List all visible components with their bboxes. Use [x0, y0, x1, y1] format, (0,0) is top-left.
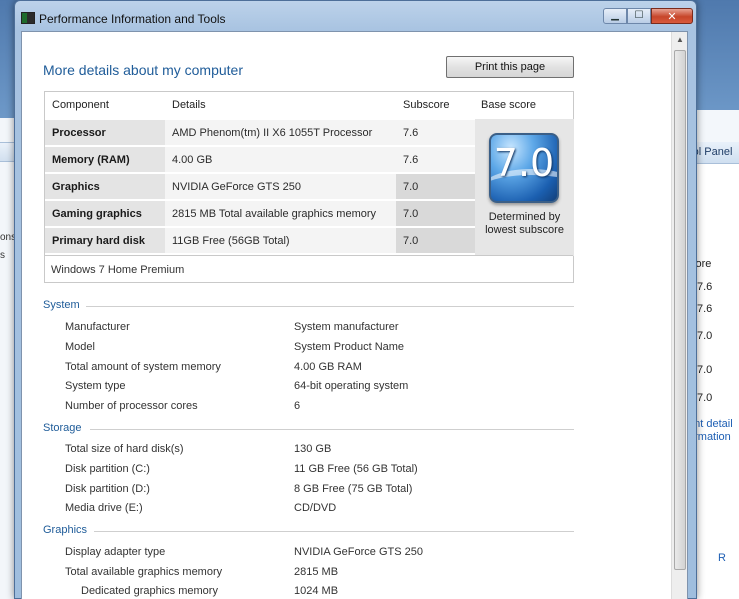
windows-edition: Windows 7 Home Premium — [51, 264, 185, 276]
minimize-button[interactable]: ▁ — [603, 8, 627, 24]
score-table: Component Details Subscore Base score Pr… — [44, 91, 574, 283]
table-row: Processor AMD Phenom(tm) II X6 1055T Pro… — [45, 119, 475, 145]
detail-value: NVIDIA GeForce GTS 250 — [294, 546, 423, 558]
detail-label: Disk partition (D:) — [65, 483, 150, 495]
section-title-storage: Storage — [43, 422, 82, 434]
component-cell: Gaming graphics — [45, 200, 165, 226]
scroll-up-arrow-icon[interactable]: ▲ — [672, 32, 687, 48]
divider — [45, 255, 573, 256]
base-score-badge: 7.0 — [489, 133, 559, 203]
performance-window: Performance Information and Tools ▁ ☐ ✕ … — [14, 0, 697, 599]
section-title-graphics: Graphics — [43, 524, 88, 536]
detail-value: 64-bit operating system — [294, 380, 409, 392]
detail-label: System type — [65, 380, 126, 392]
base-score-note: Determined by lowest subscore — [475, 211, 574, 237]
table-row: Graphics NVIDIA GeForce GTS 250 7.0 — [45, 173, 475, 199]
background-score: 7.6 — [697, 303, 713, 315]
subscore-cell: 7.0 — [396, 173, 475, 199]
maximize-button[interactable]: ☐ — [627, 8, 651, 24]
close-icon: ✕ — [667, 11, 677, 23]
table-row: Gaming graphics 2815 MB Total available … — [45, 200, 475, 226]
base-note-line: lowest subscore — [485, 224, 564, 236]
component-cell: Graphics — [45, 173, 165, 199]
base-note-line: Determined by — [488, 211, 561, 223]
details-cell: NVIDIA GeForce GTS 250 — [165, 173, 396, 199]
page-title: More details about my computer — [43, 62, 243, 78]
detail-label: Model — [65, 341, 95, 353]
detail-value: 130 GB — [294, 443, 332, 455]
detail-label: Total available graphics memory — [65, 566, 223, 578]
subscore-cell: 7.0 — [396, 200, 475, 226]
component-cell: Processor — [45, 119, 165, 145]
details-cell: 2815 MB Total available graphics memory — [165, 200, 396, 226]
detail-label: Number of processor cores — [65, 400, 198, 412]
details-cell: 4.00 GB — [165, 146, 396, 172]
header-details: Details — [172, 99, 206, 111]
details-cell: AMD Phenom(tm) II X6 1055T Processor — [165, 119, 396, 145]
subscore-cell: 7.0 — [396, 227, 475, 253]
minimize-icon: ▁ — [611, 10, 619, 21]
base-score-value: 7.0 — [493, 141, 555, 185]
background-score: 7.0 — [697, 364, 713, 376]
print-page-button[interactable]: Print this page — [446, 56, 574, 78]
detail-value: 6 — [294, 400, 301, 412]
background-score: 7.0 — [697, 330, 713, 342]
header-base-score: Base score — [481, 99, 537, 111]
detail-label: Display adapter type — [65, 546, 166, 558]
component-cell: Primary hard disk — [45, 227, 165, 253]
vertical-scrollbar[interactable]: ▲ — [671, 32, 687, 599]
detail-label: Manufacturer — [65, 321, 130, 333]
detail-value: 4.00 GB RAM — [294, 361, 362, 373]
detail-value: System Product Name — [294, 341, 405, 353]
header-subscore: Subscore — [403, 99, 450, 111]
background-footer-link[interactable]: R — [718, 552, 726, 564]
detail-label: Total amount of system memory — [65, 361, 221, 373]
detail-value: 2815 MB — [294, 566, 339, 578]
performance-app-icon — [21, 12, 35, 24]
detail-label: Disk partition (C:) — [65, 463, 150, 475]
detail-value: 8 GB Free (75 GB Total) — [294, 483, 413, 495]
subscore-cell: 7.6 — [396, 119, 475, 145]
details-cell: 11GB Free (56GB Total) — [165, 227, 396, 253]
left-background-text: s — [0, 250, 5, 261]
detail-label: Media drive (E:) — [65, 502, 143, 514]
table-row: Primary hard disk 11GB Free (56GB Total)… — [45, 227, 475, 253]
detail-label: Total size of hard disk(s) — [65, 443, 184, 455]
component-cell: Memory (RAM) — [45, 146, 165, 172]
subscore-cell: 7.6 — [396, 146, 475, 172]
section-title-system: System — [43, 299, 80, 311]
table-row: Memory (RAM) 4.00 GB 7.6 — [45, 146, 475, 172]
maximize-icon: ☐ — [634, 10, 644, 21]
background-score: 7.0 — [697, 392, 713, 404]
scroll-thumb[interactable] — [674, 50, 686, 570]
header-component: Component — [52, 99, 109, 111]
title-bar[interactable]: Performance Information and Tools ▁ ☐ ✕ — [15, 1, 696, 31]
content-area: More details about my computer Print thi… — [21, 31, 688, 599]
detail-value: CD/DVD — [294, 502, 337, 514]
detail-value: System manufacturer — [294, 321, 399, 333]
divider — [94, 531, 574, 532]
window-title: Performance Information and Tools — [39, 12, 226, 26]
divider — [86, 306, 574, 307]
base-score-cell: 7.0 Determined by lowest subscore — [475, 119, 574, 256]
detail-value: 11 GB Free (56 GB Total) — [294, 463, 418, 475]
background-score: 7.6 — [697, 281, 713, 293]
close-button[interactable]: ✕ — [651, 8, 693, 24]
detail-label: Dedicated graphics memory — [81, 585, 218, 597]
divider — [90, 429, 574, 430]
detail-value: 1024 MB — [294, 585, 339, 597]
